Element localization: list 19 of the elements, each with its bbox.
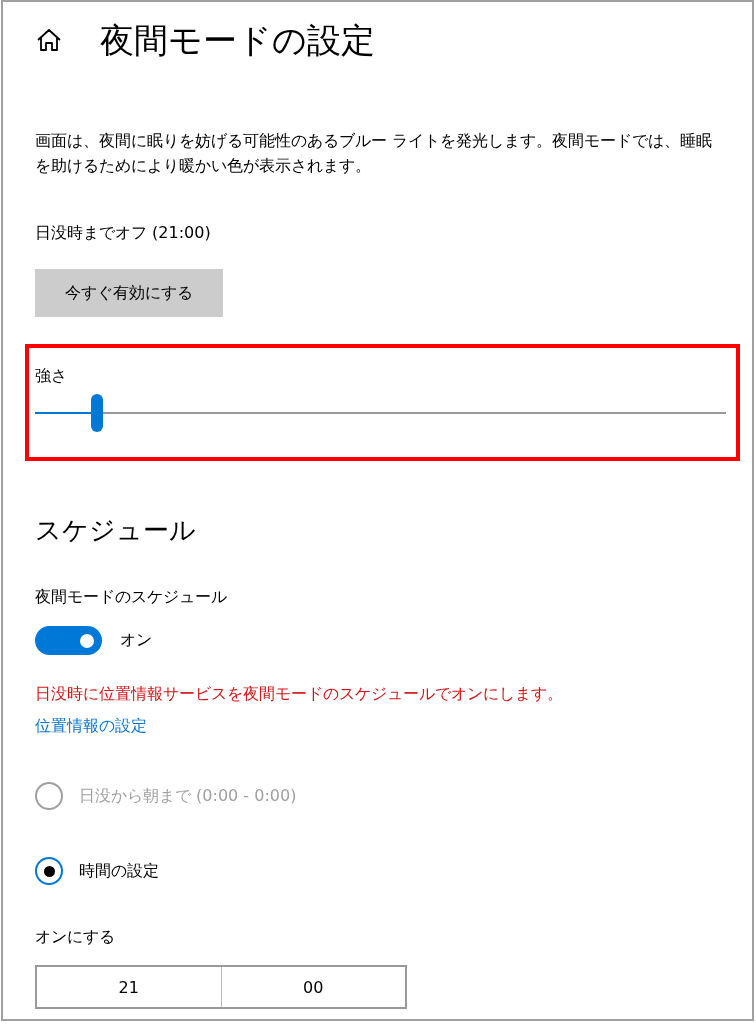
schedule-toggle-label: 夜間モードのスケジュール xyxy=(35,586,228,608)
enable-now-button[interactable]: 今すぐ有効にする xyxy=(35,269,223,317)
schedule-heading: スケジュール xyxy=(35,514,197,547)
status-text: 日没時までオフ (21:00) xyxy=(35,222,212,244)
turn-on-label: オンにする xyxy=(35,926,116,948)
radio-button[interactable] xyxy=(35,857,63,885)
strength-label: 強さ xyxy=(35,366,68,387)
slider-thumb[interactable] xyxy=(91,394,104,432)
page-title: 夜間モードの設定 xyxy=(100,19,375,62)
home-icon[interactable] xyxy=(36,28,62,52)
minute-field[interactable]: 00 xyxy=(220,967,405,1007)
radio-label: 日没から朝まで (0:00 - 0:00) xyxy=(79,785,297,807)
radio-label: 時間の設定 xyxy=(79,860,159,882)
description-text: 画面は、夜間に眠りを妨げる可能性のあるブルー ライトを発光します。夜間モードでは、睡眠を助けるためにより暖かい色が表示されます。 xyxy=(35,130,714,177)
warning-text: 日没時に位置情報サービスを夜間モードのスケジュールでオンにします。 xyxy=(35,683,564,705)
hour-field[interactable]: 21 xyxy=(37,967,221,1007)
location-settings-link[interactable]: 位置情報の設定 xyxy=(35,714,147,738)
toggle-switch[interactable] xyxy=(35,626,102,655)
toggle-state-text: オン xyxy=(120,630,152,651)
